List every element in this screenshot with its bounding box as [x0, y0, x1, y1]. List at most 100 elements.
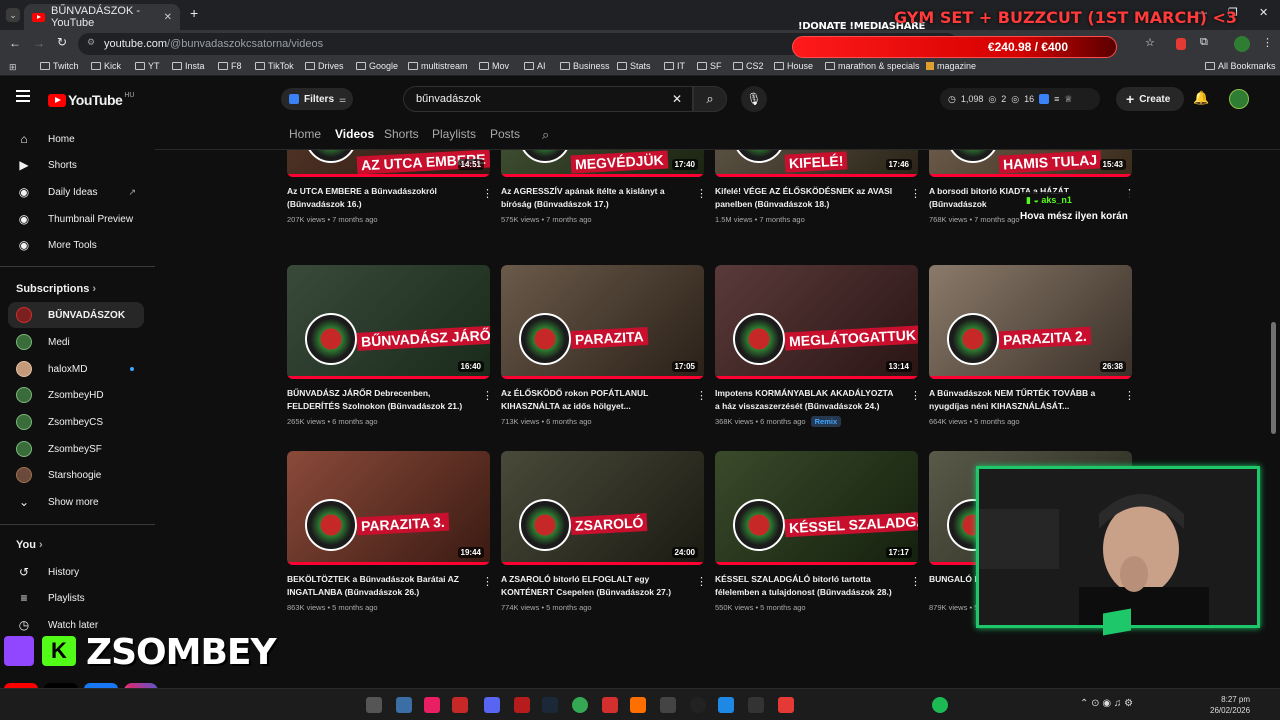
all-bookmarks[interactable]: All Bookmarks [1205, 61, 1276, 71]
taskbar-app-icon[interactable] [778, 697, 794, 713]
taskbar-app-icon[interactable] [396, 697, 412, 713]
video-title[interactable]: Kifelé! VÉGE AZ ÉLŐSKÖDÉSNEK az AVASI pa… [715, 185, 895, 211]
subscription-item[interactable]: Medi [8, 329, 144, 355]
epic-games-icon[interactable] [748, 697, 764, 713]
video-thumbnail[interactable]: MEGVÉDJÜK 17:40 [501, 150, 704, 177]
youtube-logo[interactable]: YouTube HU [48, 92, 134, 108]
video-title[interactable]: Az AGRESSZÍV apának ítélte a kislányt a … [501, 185, 681, 211]
taskbar-app-icon[interactable] [452, 697, 468, 713]
video-thumbnail[interactable]: ZSAROLÓ 24:00 [501, 451, 704, 565]
video-card[interactable]: AZ UTCA EMBERE 14:51 Az UTCA EMBERE a Bűnv… [287, 63, 493, 233]
browser-menu-icon[interactable]: ⋮ [1262, 36, 1273, 49]
video-title[interactable]: Impotens KORMÁNYABLAK AKADÁLYOZTA a ház … [715, 387, 895, 413]
system-tray-icons[interactable]: ⌃ ⊙ ◉ ♫ ⚙ [1080, 698, 1133, 709]
forward-icon[interactable]: → [33, 36, 45, 50]
taskbar-app-icon[interactable] [366, 697, 382, 713]
video-card[interactable]: BŰNVADÁSZ JÁRŐR 16:40 BŰNVADÁSZ JÁRŐR Debr… [287, 265, 493, 435]
video-options-icon[interactable]: ⋮ [910, 575, 921, 588]
video-thumbnail[interactable]: KIFELÉ! 17:46 [715, 150, 918, 177]
video-options-icon[interactable]: ⋮ [482, 575, 493, 588]
subscription-item[interactable]: haloxMD [8, 356, 144, 382]
sidebar-item-thumbnail-preview[interactable]: ◉ Thumbnail Preview [8, 206, 144, 232]
notifications-bell-icon[interactable]: 🔔 [1193, 90, 1209, 106]
video-options-icon[interactable]: ⋮ [910, 389, 921, 402]
page-scrollbar[interactable] [1271, 322, 1276, 434]
subscription-item[interactable]: Starshoogie [8, 462, 144, 488]
bookmark-folder[interactable]: Kick [91, 61, 121, 71]
chrome-icon[interactable] [572, 697, 588, 713]
video-title[interactable]: A ZSAROLÓ bitorló ELFOGLALT egy KONTÉNER… [501, 573, 681, 599]
video-card[interactable]: KÉSSEL SZALADGÁLT 17:17 KÉSSEL SZALADGÁLÓ … [715, 451, 921, 621]
video-options-icon[interactable]: ⋮ [696, 187, 707, 200]
video-options-icon[interactable]: ⋮ [482, 187, 493, 200]
video-card[interactable]: PARAZITA 2. 26:38 A Bűnvadászok NEM TŰRTÉK… [929, 265, 1135, 435]
subscription-item[interactable]: BŰNVADÁSZOK [8, 302, 144, 328]
browser-tab[interactable]: BŰNVADÁSZOK - YouTube ✕ [24, 4, 180, 30]
video-options-icon[interactable]: ⋮ [910, 187, 921, 200]
extensions-puzzle-icon[interactable]: ⧉ [1200, 36, 1208, 49]
reload-icon[interactable]: ↻ [57, 35, 67, 49]
hamburger-menu-icon[interactable] [16, 90, 30, 102]
video-card[interactable]: ZSAROLÓ 24:00 A ZSAROLÓ bitorló ELFOGLALT … [501, 451, 707, 621]
tab-list-icon[interactable]: ⌄ [6, 8, 20, 22]
video-card[interactable]: PARAZITA 17:05 Az ÉLŐSKÖDŐ rokon POFÁTLANU… [501, 265, 707, 435]
taskbar-app-icon[interactable] [718, 697, 734, 713]
video-options-icon[interactable]: ⋮ [696, 575, 707, 588]
bookmark-folder[interactable]: Insta [172, 61, 205, 71]
bookmark-folder[interactable]: Twitch [40, 61, 79, 71]
video-thumbnail[interactable]: KÉSSEL SZALADGÁLT 17:17 [715, 451, 918, 565]
site-info-icon[interactable]: ⚙ [87, 37, 95, 48]
apps-grid-icon[interactable]: ⊞ [9, 62, 17, 73]
spotify-icon[interactable] [932, 697, 948, 713]
video-options-icon[interactable]: ⋮ [1124, 389, 1135, 402]
you-heading[interactable]: You › [16, 539, 43, 551]
taskbar-app-icon[interactable] [424, 697, 440, 713]
video-card[interactable]: KIFELÉ! 17:46 Kifelé! VÉGE AZ ÉLŐSKÖDÉSNEK… [715, 63, 921, 233]
video-options-icon[interactable]: ⋮ [482, 389, 493, 402]
video-thumbnail[interactable]: PARAZITA 3. 19:44 [287, 451, 490, 565]
video-thumbnail[interactable]: AZ UTCA EMBERE 14:51 [287, 150, 490, 177]
bookmark-folder[interactable]: YT [135, 61, 160, 71]
bookmark-folder[interactable]: F8 [218, 61, 242, 71]
video-options-icon[interactable]: ⋮ [696, 389, 707, 402]
taskbar-app-icon[interactable] [660, 697, 676, 713]
sidebar-item-playlists[interactable]: ≡ Playlists [8, 585, 144, 611]
account-avatar[interactable] [1229, 89, 1249, 109]
taskbar-app-icon[interactable] [630, 697, 646, 713]
close-tab-icon[interactable]: ✕ [164, 12, 172, 23]
sidebar-item-more-tools[interactable]: ◉ More Tools [8, 232, 144, 258]
video-card[interactable]: PARAZITA 3. 19:44 BEKÖLTÖZTEK a Bűnvadászo… [287, 451, 493, 621]
bookmark-star-icon[interactable]: ☆ [1145, 36, 1155, 49]
subscription-item[interactable]: ZsombeySF [8, 436, 144, 462]
discord-icon[interactable] [484, 697, 500, 713]
video-thumbnail[interactable]: BŰNVADÁSZ JÁRŐR 16:40 [287, 265, 490, 379]
obs-icon[interactable] [690, 697, 706, 713]
video-title[interactable]: A Bűnvadászok NEM TŰRTÉK TOVÁBB a nyugdí… [929, 387, 1109, 413]
remix-badge[interactable]: Remix [810, 416, 842, 427]
sidebar-item-shorts[interactable]: ▶ Shorts [8, 152, 144, 178]
subscription-item[interactable]: ZsombeyCS [8, 409, 144, 435]
video-card[interactable]: MEGVÉDJÜK 17:40 Az AGRESSZÍV apának ítélte… [501, 63, 707, 233]
subscriptions-heading[interactable]: Subscriptions › [16, 283, 96, 295]
video-thumbnail[interactable]: PARAZITA 2. 26:38 [929, 265, 1132, 379]
steam-icon[interactable] [542, 697, 558, 713]
video-title[interactable]: Az ÉLŐSKÖDŐ rokon POFÁTLANUL KIHASZNÁLTA… [501, 387, 681, 413]
video-thumbnail[interactable]: PARAZITA 17:05 [501, 265, 704, 379]
sidebar-item-history[interactable]: ↺ History [8, 559, 144, 585]
video-thumbnail[interactable]: HAMIS TULAJ 15:43 [929, 150, 1132, 177]
sidebar-item-home[interactable]: ⌂ Home [8, 126, 144, 152]
video-card[interactable]: MEGLÁTOGATTUK 13:14 Impotens KORMÁNYABLAK … [715, 265, 921, 435]
taskbar-app-icon[interactable] [514, 697, 530, 713]
show-more-button[interactable]: ⌄ Show more [8, 489, 144, 515]
close-window-icon[interactable]: ✕ [1259, 6, 1268, 19]
extension-icon[interactable] [1176, 38, 1186, 50]
video-title[interactable]: Az UTCA EMBERE a Bűnvadászokról (Bűnvadá… [287, 185, 467, 211]
video-title[interactable]: KÉSSEL SZALADGÁLÓ bitorló tartotta félel… [715, 573, 895, 599]
video-title[interactable]: BEKÖLTÖZTEK a Bűnvadászok Barátai AZ ING… [287, 573, 467, 599]
subscription-item[interactable]: ZsombeyHD [8, 382, 144, 408]
video-title[interactable]: BŰNVADÁSZ JÁRŐR Debrecenben, FELDERÍTÉS … [287, 387, 467, 413]
taskbar-app-icon[interactable] [602, 697, 618, 713]
video-thumbnail[interactable]: MEGLÁTOGATTUK 13:14 [715, 265, 918, 379]
sidebar-item-daily-ideas[interactable]: ◉ Daily Ideas ↗ [8, 179, 144, 205]
new-tab-icon[interactable]: + [190, 5, 198, 21]
